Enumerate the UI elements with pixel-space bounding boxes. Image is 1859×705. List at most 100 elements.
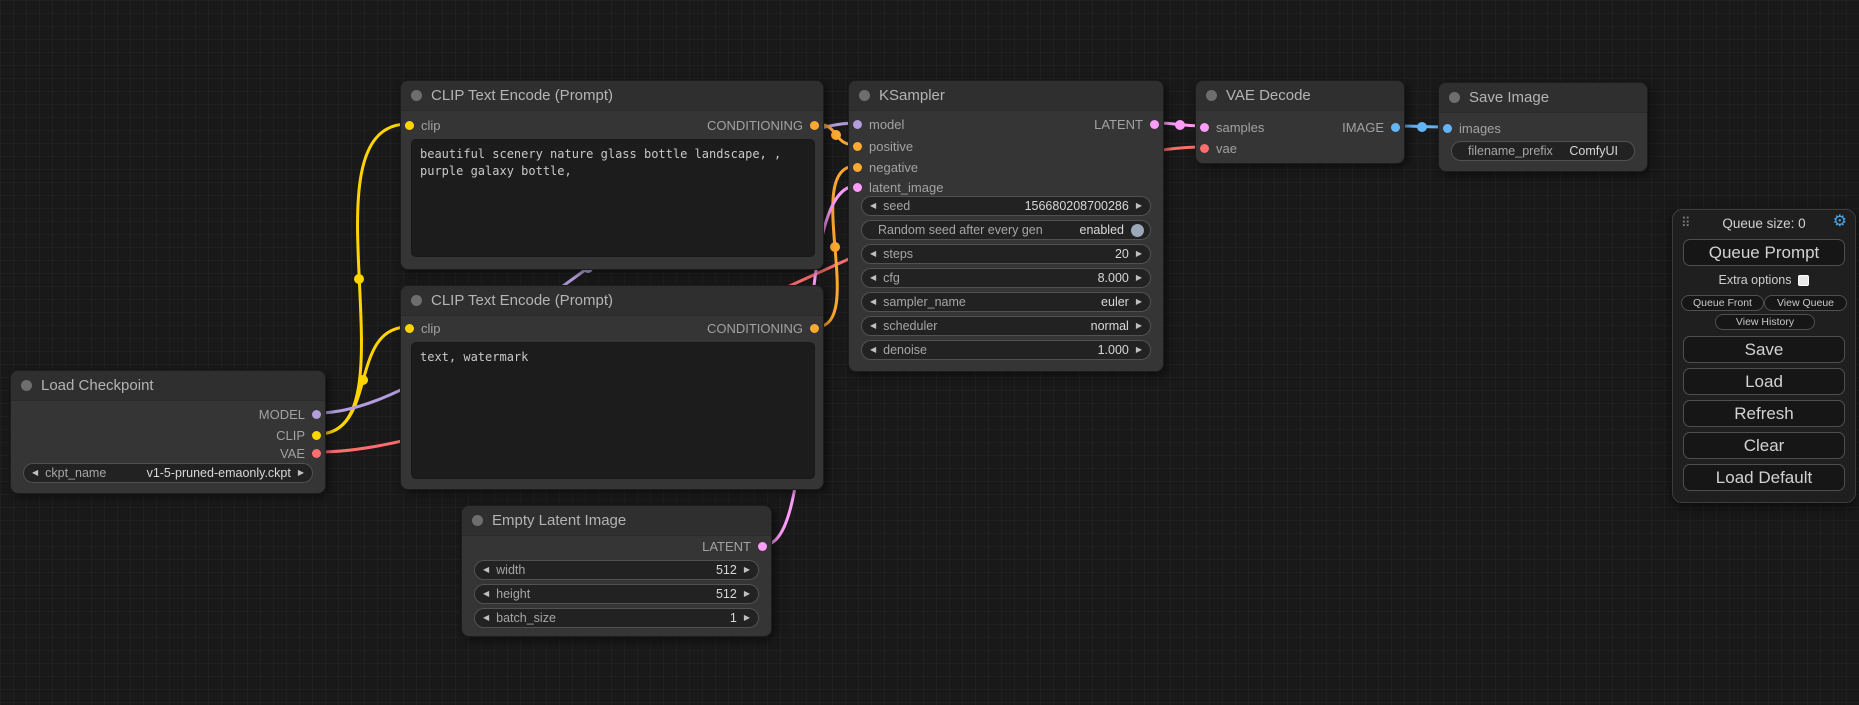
model-port[interactable]	[312, 410, 321, 419]
image-port[interactable]	[1443, 124, 1452, 133]
height-widget[interactable]: ◀ height 512 ▶	[474, 584, 759, 604]
queue-prompt-button[interactable]: Queue Prompt	[1683, 239, 1845, 266]
clear-button[interactable]: Clear	[1683, 432, 1845, 459]
prompt-textarea[interactable]: beautiful scenery nature glass bottle la…	[411, 139, 815, 257]
node-ksampler[interactable]: KSampler model positive negative latent_…	[848, 80, 1164, 372]
arrow-left-icon[interactable]: ◀	[870, 274, 876, 282]
node-load-checkpoint[interactable]: Load Checkpoint MODEL CLIP VAE ◀ ckpt_na…	[10, 370, 326, 494]
node-title-bar[interactable]: KSampler	[849, 81, 1163, 111]
conditioning-port[interactable]	[853, 142, 862, 151]
output-slot-vae[interactable]: VAE	[280, 445, 321, 462]
save-button[interactable]: Save	[1683, 336, 1845, 363]
arrow-left-icon[interactable]: ◀	[483, 590, 489, 598]
output-slot-latent[interactable]: LATENT	[702, 538, 767, 555]
steps-widget[interactable]: ◀ steps 20 ▶	[861, 244, 1151, 264]
toggle-ball-icon[interactable]	[1131, 224, 1144, 237]
arrow-left-icon[interactable]: ◀	[870, 346, 876, 354]
ckpt-name-widget[interactable]: ◀ ckpt_name v1-5-pruned-emaonly.ckpt ▶	[23, 463, 313, 483]
node-title-bar[interactable]: Empty Latent Image	[462, 506, 771, 536]
clip-port[interactable]	[405, 324, 414, 333]
node-title-bar[interactable]: VAE Decode	[1196, 81, 1404, 111]
arrow-right-icon[interactable]: ▶	[1136, 250, 1142, 258]
arrow-right-icon[interactable]: ▶	[1136, 322, 1142, 330]
load-button[interactable]: Load	[1683, 368, 1845, 395]
input-slot-negative[interactable]: negative	[853, 159, 918, 176]
arrow-left-icon[interactable]: ◀	[483, 566, 489, 574]
node-canvas[interactable]: Load Checkpoint MODEL CLIP VAE ◀ ckpt_na…	[0, 0, 1859, 705]
random-seed-toggle-widget[interactable]: Random seed after every gen enabled	[861, 220, 1151, 240]
clip-port[interactable]	[312, 431, 321, 440]
latent-port[interactable]	[758, 542, 767, 551]
batch-size-widget[interactable]: ◀ batch_size 1 ▶	[474, 608, 759, 628]
seed-widget[interactable]: ◀ seed 156680208700286 ▶	[861, 196, 1151, 216]
conditioning-port[interactable]	[810, 324, 819, 333]
input-slot-latent-image[interactable]: latent_image	[853, 179, 943, 196]
load-default-button[interactable]: Load Default	[1683, 464, 1845, 491]
collapse-dot-icon[interactable]	[21, 380, 32, 391]
extra-options-checkbox[interactable]	[1798, 275, 1809, 286]
arrow-left-icon[interactable]: ◀	[870, 322, 876, 330]
collapse-dot-icon[interactable]	[411, 90, 422, 101]
latent-port[interactable]	[1150, 120, 1159, 129]
node-vae-decode[interactable]: VAE Decode samples vae IMAGE	[1195, 80, 1405, 164]
vae-port[interactable]	[1200, 144, 1209, 153]
arrow-left-icon[interactable]: ◀	[32, 469, 38, 477]
conditioning-port[interactable]	[853, 163, 862, 172]
gear-icon[interactable]: ⚙	[1833, 214, 1847, 230]
latent-port[interactable]	[853, 183, 862, 192]
arrow-right-icon[interactable]: ▶	[1136, 202, 1142, 210]
denoise-widget[interactable]: ◀ denoise 1.000 ▶	[861, 340, 1151, 360]
arrow-right-icon[interactable]: ▶	[298, 469, 304, 477]
collapse-dot-icon[interactable]	[1206, 90, 1217, 101]
node-clip-text-encode-negative[interactable]: CLIP Text Encode (Prompt) clip CONDITION…	[400, 285, 824, 490]
input-slot-clip[interactable]: clip	[405, 320, 441, 337]
output-slot-latent[interactable]: LATENT	[1094, 116, 1159, 133]
sampler-name-widget[interactable]: ◀ sampler_name euler ▶	[861, 292, 1151, 312]
collapse-dot-icon[interactable]	[472, 515, 483, 526]
filename-prefix-widget[interactable]: filename_prefix ComfyUI	[1451, 141, 1635, 161]
arrow-left-icon[interactable]: ◀	[870, 298, 876, 306]
input-slot-clip[interactable]: clip	[405, 117, 441, 134]
conditioning-port[interactable]	[810, 121, 819, 130]
collapse-dot-icon[interactable]	[411, 295, 422, 306]
node-clip-text-encode-positive[interactable]: CLIP Text Encode (Prompt) clip CONDITION…	[400, 80, 824, 270]
output-slot-conditioning[interactable]: CONDITIONING	[707, 320, 819, 337]
node-empty-latent-image[interactable]: Empty Latent Image LATENT ◀ width 512 ▶ …	[461, 505, 772, 637]
input-slot-vae[interactable]: vae	[1200, 140, 1237, 157]
arrow-right-icon[interactable]: ▶	[1136, 346, 1142, 354]
view-queue-button[interactable]: View Queue	[1764, 295, 1847, 311]
output-slot-model[interactable]: MODEL	[259, 406, 321, 423]
refresh-button[interactable]: Refresh	[1683, 400, 1845, 427]
node-title-bar[interactable]: CLIP Text Encode (Prompt)	[401, 286, 823, 316]
prompt-textarea[interactable]: text, watermark	[411, 342, 815, 479]
node-save-image[interactable]: Save Image images filename_prefix ComfyU…	[1438, 82, 1648, 172]
input-slot-samples[interactable]: samples	[1200, 119, 1264, 136]
output-slot-image[interactable]: IMAGE	[1342, 119, 1400, 136]
queue-front-button[interactable]: Queue Front	[1681, 295, 1764, 311]
queue-panel[interactable]: ⠿ Queue size: 0 ⚙ Queue Prompt Extra opt…	[1672, 209, 1856, 503]
output-slot-conditioning[interactable]: CONDITIONING	[707, 117, 819, 134]
arrow-left-icon[interactable]: ◀	[870, 202, 876, 210]
scheduler-widget[interactable]: ◀ scheduler normal ▶	[861, 316, 1151, 336]
node-title-bar[interactable]: Load Checkpoint	[11, 371, 325, 401]
arrow-right-icon[interactable]: ▶	[744, 566, 750, 574]
node-title-bar[interactable]: CLIP Text Encode (Prompt)	[401, 81, 823, 111]
cfg-widget[interactable]: ◀ cfg 8.000 ▶	[861, 268, 1151, 288]
arrow-left-icon[interactable]: ◀	[870, 250, 876, 258]
vae-port[interactable]	[312, 449, 321, 458]
model-port[interactable]	[853, 120, 862, 129]
arrow-right-icon[interactable]: ▶	[1136, 274, 1142, 282]
input-slot-model[interactable]: model	[853, 116, 904, 133]
latent-port[interactable]	[1200, 123, 1209, 132]
width-widget[interactable]: ◀ width 512 ▶	[474, 560, 759, 580]
collapse-dot-icon[interactable]	[859, 90, 870, 101]
output-slot-clip[interactable]: CLIP	[276, 427, 321, 444]
arrow-left-icon[interactable]: ◀	[483, 614, 489, 622]
input-slot-images[interactable]: images	[1443, 120, 1501, 137]
clip-port[interactable]	[405, 121, 414, 130]
arrow-right-icon[interactable]: ▶	[744, 590, 750, 598]
node-title-bar[interactable]: Save Image	[1439, 83, 1647, 113]
arrow-right-icon[interactable]: ▶	[744, 614, 750, 622]
view-history-button[interactable]: View History	[1715, 314, 1815, 330]
input-slot-positive[interactable]: positive	[853, 138, 913, 155]
